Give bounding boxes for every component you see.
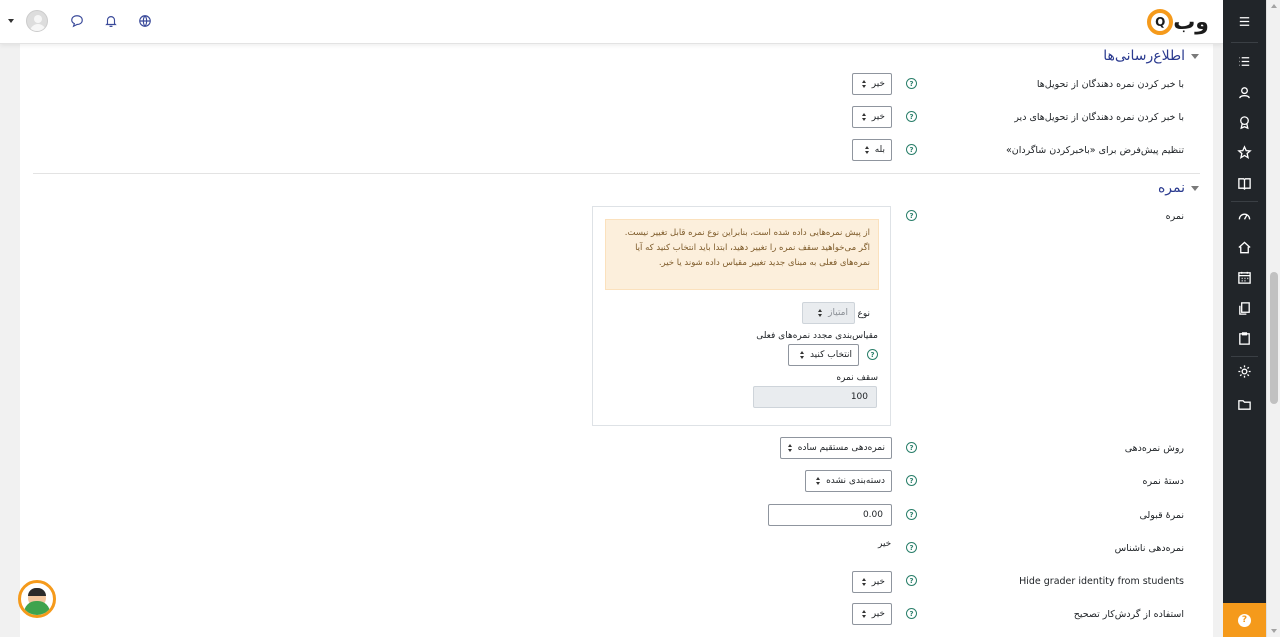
select-arrows-icon xyxy=(787,444,792,452)
section-notifications-header[interactable]: اطلاع‌رسانی‌ها xyxy=(1103,48,1199,64)
max-grade-input: 100 xyxy=(753,386,877,408)
site-logo[interactable]: Q وب xyxy=(1147,6,1209,38)
folder-icon[interactable] xyxy=(1223,391,1266,417)
chevron-down-icon xyxy=(1191,53,1199,59)
settings-form: اطلاع‌رسانی‌ها با خبر کردن نمره دهندگان … xyxy=(20,44,1213,637)
notify-late-select[interactable]: خیر xyxy=(852,106,892,128)
select-arrows-icon xyxy=(818,309,823,317)
hide-grader-select[interactable]: خیر xyxy=(852,571,892,593)
clipboard-icon[interactable] xyxy=(1223,325,1266,351)
home-icon[interactable] xyxy=(1223,234,1266,260)
user-tools xyxy=(8,10,168,32)
grade-category-label: دستهٔ نمره xyxy=(1142,476,1184,487)
logo-text: وب xyxy=(1173,9,1209,35)
select-arrows-icon xyxy=(799,351,804,359)
grading-method-select[interactable]: نمره‌دهی مستقیم ساده xyxy=(780,437,892,459)
section-divider xyxy=(33,173,1200,174)
help-icon[interactable]: ? xyxy=(906,442,917,453)
help-icon[interactable]: ? xyxy=(906,475,917,486)
marking-workflow-label: استفاده از گردش‌کار تصحیح xyxy=(1073,609,1184,620)
help-icon[interactable]: ? xyxy=(906,144,917,155)
hide-grader-label: Hide grader identity from students xyxy=(1019,576,1184,587)
book-icon[interactable] xyxy=(1223,170,1266,196)
help-icon[interactable]: ? xyxy=(906,542,917,553)
participants-icon[interactable] xyxy=(1223,79,1266,105)
section-title: نمره xyxy=(1157,180,1185,196)
help-icon[interactable]: ? xyxy=(906,111,917,122)
top-navbar: Q وب xyxy=(0,0,1223,44)
calendar-icon[interactable] xyxy=(1223,264,1266,290)
grade-type-select: امتیاز xyxy=(802,302,855,324)
chevron-down-icon[interactable] xyxy=(8,19,14,23)
globe-icon[interactable] xyxy=(134,10,156,32)
select-arrows-icon xyxy=(861,80,866,88)
select-arrows-icon xyxy=(816,477,821,485)
bell-icon[interactable] xyxy=(100,10,122,32)
notify-students-select[interactable]: بله xyxy=(852,139,892,161)
help-icon[interactable]: ? xyxy=(906,509,917,520)
help-icon[interactable]: ? xyxy=(1223,603,1266,637)
notify-students-label: تنظیم پیش‌فرض برای «باخبرکردن شاگردان» xyxy=(1005,145,1184,156)
help-icon[interactable]: ? xyxy=(906,608,917,619)
anonymous-grading-label: نمره‌دهی ناشناس xyxy=(1114,543,1184,554)
message-icon[interactable] xyxy=(66,10,88,32)
rescale-select[interactable]: انتخاب کنید xyxy=(788,344,859,366)
support-chat-icon[interactable] xyxy=(18,580,56,618)
select-arrows-icon xyxy=(861,610,866,618)
grading-method-label: روش نمره‌دهی xyxy=(1124,443,1184,454)
page-scrollbar[interactable] xyxy=(1266,0,1280,637)
files-icon[interactable] xyxy=(1223,295,1266,321)
select-arrows-icon xyxy=(864,146,869,154)
anonymous-grading-value: خیر xyxy=(878,539,892,549)
help-icon[interactable]: ? xyxy=(906,575,917,586)
section-grade-header[interactable]: نمره xyxy=(1158,180,1199,196)
marking-workflow-select[interactable]: خیر xyxy=(852,603,892,625)
list-icon[interactable] xyxy=(1223,48,1266,74)
grade-warning-alert: از پیش نمره‌هایی داده شده است، بنابراین … xyxy=(605,219,879,290)
section-title: اطلاع‌رسانی‌ها xyxy=(1103,48,1185,64)
pass-grade-input[interactable]: 0.00 xyxy=(768,504,892,526)
grade-fieldset: از پیش نمره‌هایی داده شده است، بنابراین … xyxy=(592,206,891,426)
avatar[interactable] xyxy=(26,10,48,32)
star-icon[interactable] xyxy=(1223,139,1266,165)
help-icon[interactable]: ? xyxy=(906,210,917,221)
badges-icon[interactable] xyxy=(1223,109,1266,135)
side-rail: ? xyxy=(1223,0,1266,637)
grade-type-label: نوع xyxy=(857,309,870,319)
notify-graders-label: با خبر کردن نمره دهندگان از تحویل‌ها xyxy=(1036,79,1184,90)
help-icon[interactable]: ? xyxy=(867,349,878,360)
pass-grade-label: نمرهٔ قبولی xyxy=(1139,510,1184,521)
max-grade-label: سقف نمره xyxy=(836,373,878,383)
notify-late-label: با خبر کردن نمره دهندگان از تحویل‌های دی… xyxy=(1014,112,1184,123)
menu-icon[interactable] xyxy=(1223,8,1266,34)
rescale-label: مقیاس‌بندی مجدد نمره‌های فعلی xyxy=(756,331,878,341)
settings-icon[interactable] xyxy=(1223,358,1266,384)
select-arrows-icon xyxy=(861,113,866,121)
chevron-down-icon xyxy=(1191,185,1199,191)
logo-badge: Q xyxy=(1147,9,1174,35)
notify-graders-select[interactable]: خیر xyxy=(852,73,892,95)
grade-category-select[interactable]: دسته‌بندی نشده xyxy=(805,470,892,492)
scrollbar-thumb[interactable] xyxy=(1270,272,1278,404)
dashboard-icon[interactable] xyxy=(1223,203,1266,229)
help-icon[interactable]: ? xyxy=(906,78,917,89)
grade-label: نمره xyxy=(1165,211,1184,222)
select-arrows-icon xyxy=(861,578,866,586)
